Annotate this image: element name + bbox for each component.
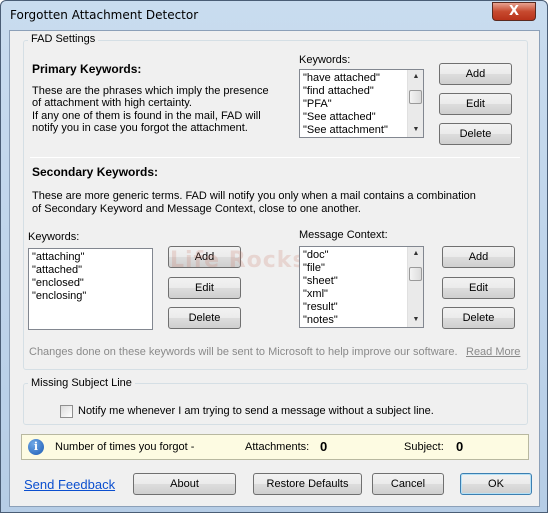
list-item[interactable]: "have attached" xyxy=(303,72,380,84)
list-item[interactable]: "find attached" xyxy=(303,85,374,97)
keyword-delete-button[interactable]: Delete xyxy=(168,307,241,329)
scroll-thumb[interactable] xyxy=(409,267,422,281)
list-item[interactable]: "PFA" xyxy=(303,98,332,110)
secondary-desc-line-2: of Secondary Keyword and Message Context… xyxy=(32,203,361,215)
ok-button[interactable]: OK xyxy=(460,473,532,495)
missing-subject-title: Missing Subject Line xyxy=(28,377,135,389)
secondary-keywords-list[interactable]: "attaching" "attached" "enclosed" "enclo… xyxy=(28,248,153,330)
scroll-up-icon[interactable]: ▲ xyxy=(408,70,423,84)
divider xyxy=(30,157,520,158)
keyword-edit-button[interactable]: Edit xyxy=(168,277,241,299)
message-context-list-label: Message Context: xyxy=(299,229,388,241)
privacy-notice: Changes done on these keywords will be s… xyxy=(29,346,458,358)
list-item[interactable]: "xml" xyxy=(303,288,328,300)
window-title: Forgotten Attachment Detector xyxy=(10,8,199,22)
send-feedback-link[interactable]: Send Feedback xyxy=(24,477,115,492)
attachments-count: 0 xyxy=(320,439,328,454)
scroll-up-icon[interactable]: ▲ xyxy=(408,247,423,261)
list-item[interactable]: "See attached" xyxy=(303,111,376,123)
context-list-scrollbar[interactable]: ▲ ▼ xyxy=(407,247,423,327)
dialog-body: FAD Settings Primary Keywords: These are… xyxy=(9,30,540,507)
context-add-button[interactable]: Add xyxy=(442,246,515,268)
secondary-desc-line-1: These are more generic terms. FAD will n… xyxy=(32,190,476,202)
primary-desc-line-3: If any one of them is found in the mail,… xyxy=(32,110,261,122)
info-icon: i xyxy=(28,439,44,455)
primary-add-button[interactable]: Add xyxy=(439,63,512,85)
secondary-keywords-heading: Secondary Keywords: xyxy=(32,165,159,179)
primary-delete-button[interactable]: Delete xyxy=(439,123,512,145)
message-context-list[interactable]: "doc" "file" "sheet" "xml" "result" "not… xyxy=(299,246,424,328)
primary-keywords-heading: Primary Keywords: xyxy=(32,62,142,76)
scroll-down-icon[interactable]: ▼ xyxy=(408,313,423,327)
primary-keywords-list[interactable]: "have attached" "find attached" "PFA" "S… xyxy=(299,69,424,138)
fad-settings-title: FAD Settings xyxy=(28,33,99,45)
forgot-count-label: Number of times you forgot - xyxy=(55,441,195,453)
close-button[interactable]: X xyxy=(492,2,536,21)
scroll-thumb[interactable] xyxy=(409,90,422,104)
subject-count: 0 xyxy=(456,439,464,454)
list-item[interactable]: "file" xyxy=(303,262,325,274)
list-item[interactable]: "enclosed" xyxy=(32,277,84,289)
list-item[interactable]: "enclosing" xyxy=(32,290,86,302)
list-item[interactable]: "notes" xyxy=(303,314,338,326)
primary-desc-line-4: notify you in case you forgot the attach… xyxy=(32,122,248,134)
title-bar: Forgotten Attachment Detector X xyxy=(1,1,547,29)
primary-keywords-list-label: Keywords: xyxy=(299,54,351,66)
context-edit-button[interactable]: Edit xyxy=(442,277,515,299)
about-button[interactable]: About xyxy=(133,473,236,495)
list-item[interactable]: "result" xyxy=(303,301,338,313)
cancel-button[interactable]: Cancel xyxy=(372,473,444,495)
primary-edit-button[interactable]: Edit xyxy=(439,93,512,115)
primary-desc-line-2: of attachment with high certainty. xyxy=(32,97,192,109)
list-item[interactable]: "attaching" xyxy=(32,251,84,263)
list-item[interactable]: "attached" xyxy=(32,264,82,276)
stats-bar: i Number of times you forgot - Attachmen… xyxy=(21,434,529,460)
primary-desc-line-1: These are the phrases which imply the pr… xyxy=(32,85,269,97)
list-item[interactable]: "doc" xyxy=(303,249,329,261)
read-more-link[interactable]: Read More xyxy=(466,346,520,358)
context-delete-button[interactable]: Delete xyxy=(442,307,515,329)
list-item[interactable]: "See attachment" xyxy=(303,124,388,136)
restore-defaults-button[interactable]: Restore Defaults xyxy=(253,473,362,495)
primary-list-scrollbar[interactable]: ▲ ▼ xyxy=(407,70,423,137)
missing-subject-group xyxy=(23,383,528,425)
attachments-label: Attachments: xyxy=(245,441,310,453)
subject-notify-checkbox[interactable] xyxy=(60,405,73,418)
subject-notify-label[interactable]: Notify me whenever I am trying to send a… xyxy=(78,405,434,417)
subject-label: Subject: xyxy=(404,441,444,453)
secondary-keywords-list-label: Keywords: xyxy=(28,231,80,243)
scroll-down-icon[interactable]: ▼ xyxy=(408,123,423,137)
list-item[interactable]: "sheet" xyxy=(303,275,338,287)
app-window: Forgotten Attachment Detector X FAD Sett… xyxy=(0,0,548,513)
